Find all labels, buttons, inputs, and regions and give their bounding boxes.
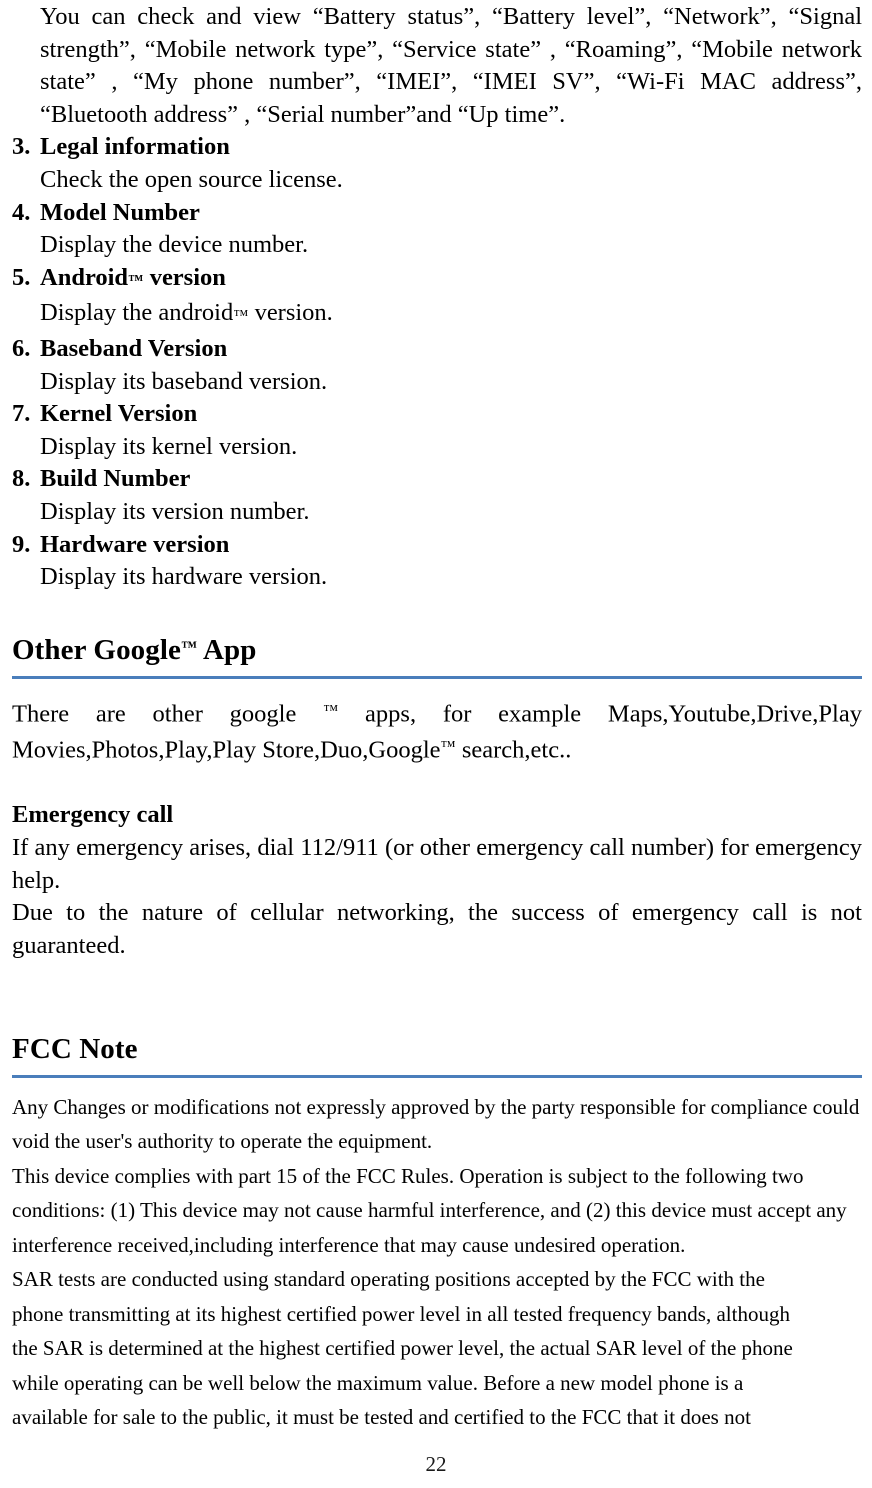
list-item-number: 6. xyxy=(12,334,31,362)
list-item-title: Kernel Version xyxy=(40,400,198,428)
heading-text-post: App xyxy=(197,633,257,666)
page-footer: 22 xyxy=(0,1452,872,1476)
list-item-description: Display its hardware version. xyxy=(40,563,328,591)
fcc-text-line: conditions: (1) This device may not caus… xyxy=(12,1198,847,1223)
section-heading-other-google-app: Other Google™ App xyxy=(12,631,862,679)
trademark-icon: ™ xyxy=(323,701,339,719)
body-text-pre: There are other google xyxy=(12,700,324,728)
trademark-icon: ™ xyxy=(128,271,144,289)
section-heading-fcc-note: FCC Note xyxy=(12,1032,862,1078)
fcc-text-line: interference received,including interfer… xyxy=(12,1232,686,1257)
emergency-call-heading: Emergency call xyxy=(12,801,174,829)
list-item-title-suffix: version xyxy=(143,263,226,291)
list-item-title: Baseband Version xyxy=(40,334,228,362)
body-text-post: search,etc.. xyxy=(455,736,572,764)
list-item-title: Model Number xyxy=(40,198,200,226)
list-item-description: Display the device number. xyxy=(40,231,309,259)
google-apps-paragraph: There are other google ™ apps, for examp… xyxy=(12,695,862,767)
list-item: 8. Build Number Display its version numb… xyxy=(12,463,862,528)
fcc-sar-line: SAR tests are conducted using standard o… xyxy=(12,1267,765,1292)
list-item-title: Hardware version xyxy=(40,530,230,558)
settings-options-list: 3. Legal information Check the open sour… xyxy=(12,131,862,593)
list-item: 6. Baseband Version Display its baseband… xyxy=(12,333,862,398)
list-item-title: Build Number xyxy=(40,465,191,493)
list-item-title: Android™ version xyxy=(40,262,226,298)
fcc-sar-line: the SAR is determined at the highest cer… xyxy=(12,1336,793,1361)
document-page: You can check and view “Battery status”,… xyxy=(0,0,872,1488)
list-item-heading: 7. Kernel Version xyxy=(12,398,862,431)
list-item-title: Legal information xyxy=(40,133,230,161)
list-item: 4. Model Number Display the device numbe… xyxy=(12,197,862,262)
list-item-heading: 9. Hardware version xyxy=(12,529,862,562)
fcc-sar-line: while operating can be well below the ma… xyxy=(12,1370,744,1395)
list-item-description: Display its baseband version. xyxy=(40,367,328,395)
description-text-post: version. xyxy=(248,299,333,327)
list-item-description: Display the android™ version. xyxy=(40,297,862,333)
page-number: 22 xyxy=(425,1452,447,1476)
fcc-text-line: Any Changes or modifications not express… xyxy=(12,1094,860,1119)
settings-status-paragraph: You can check and view “Battery status”,… xyxy=(40,3,862,128)
list-item: 9. Hardware version Display its hardware… xyxy=(12,529,862,594)
list-item-description: Display its version number. xyxy=(40,497,310,525)
emergency-call-paragraph-1: If any emergency arises, dial 112/911 (o… xyxy=(12,833,862,894)
trademark-icon: ™ xyxy=(233,307,249,325)
list-item-title-text: Android xyxy=(40,263,129,291)
list-item-heading: 6. Baseband Version xyxy=(12,333,862,366)
list-item-heading: 5. Android™ version xyxy=(12,262,862,298)
list-item-number: 3. xyxy=(12,133,31,161)
fcc-text-line: void the user's authority to operate the… xyxy=(12,1129,433,1154)
fcc-sar-line: available for sale to the public, it mus… xyxy=(12,1405,751,1430)
list-item-number: 8. xyxy=(12,465,31,493)
list-item-number: 9. xyxy=(12,530,31,558)
list-item-number: 5. xyxy=(12,263,31,291)
list-item-number: 4. xyxy=(12,198,31,226)
list-item-heading: 4. Model Number xyxy=(12,197,862,230)
trademark-icon: ™ xyxy=(440,737,456,755)
list-item-number: 7. xyxy=(12,400,31,428)
page-content: You can check and view “Battery status”,… xyxy=(0,0,872,1435)
list-item: 5. Android™ version Display the android™… xyxy=(12,262,862,333)
trademark-icon: ™ xyxy=(181,638,198,656)
list-item-heading: 3. Legal information xyxy=(12,131,862,164)
list-item: 7. Kernel Version Display its kernel ver… xyxy=(12,398,862,463)
emergency-call-paragraph-2: Due to the nature of cellular networking… xyxy=(12,899,862,959)
heading-text-pre: Other Google xyxy=(12,633,181,666)
list-item: 3. Legal information Check the open sour… xyxy=(12,131,862,196)
fcc-text-line: This device complies with part 15 of the… xyxy=(12,1163,804,1188)
fcc-sar-line: phone transmitting at its highest certif… xyxy=(12,1301,790,1326)
description-text-pre: Display the android xyxy=(40,299,234,327)
list-item-description: Display its kernel version. xyxy=(40,432,298,460)
list-item-heading: 8. Build Number xyxy=(12,463,862,496)
list-item-description: Check the open source license. xyxy=(40,165,343,193)
